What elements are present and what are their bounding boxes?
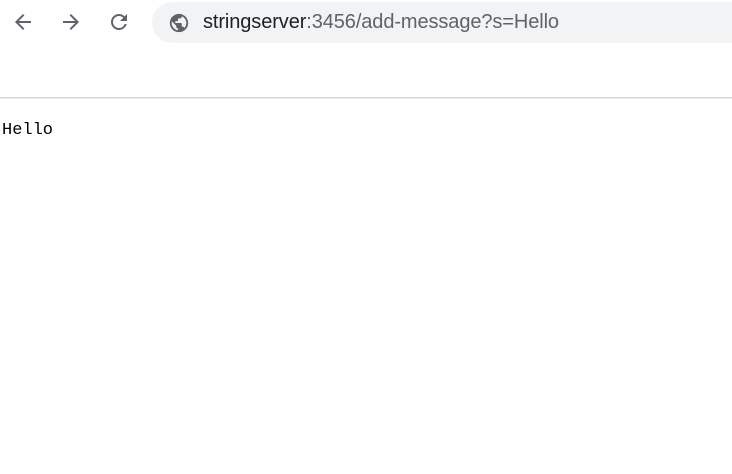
globe-icon <box>169 13 189 32</box>
url-host: stringserver <box>203 11 307 33</box>
arrow-right-icon <box>63 14 79 30</box>
arrow-left-icon <box>15 14 31 30</box>
url-path-query: :3456/add-message?s=Hello <box>306 11 559 33</box>
reload-icon <box>111 13 127 30</box>
browser-toolbar: stringserver:3456/add-message?s=Hello <box>0 0 732 44</box>
page-body-text: Hello <box>2 121 54 140</box>
page-divider <box>0 97 732 98</box>
forward-button[interactable] <box>55 6 87 38</box>
address-bar[interactable]: stringserver:3456/add-message?s=Hello <box>152 2 732 43</box>
reload-button[interactable] <box>103 6 135 38</box>
back-button[interactable] <box>7 6 39 38</box>
site-info-button[interactable] <box>168 12 190 34</box>
url-text[interactable]: stringserver:3456/add-message?s=Hello <box>203 11 559 34</box>
